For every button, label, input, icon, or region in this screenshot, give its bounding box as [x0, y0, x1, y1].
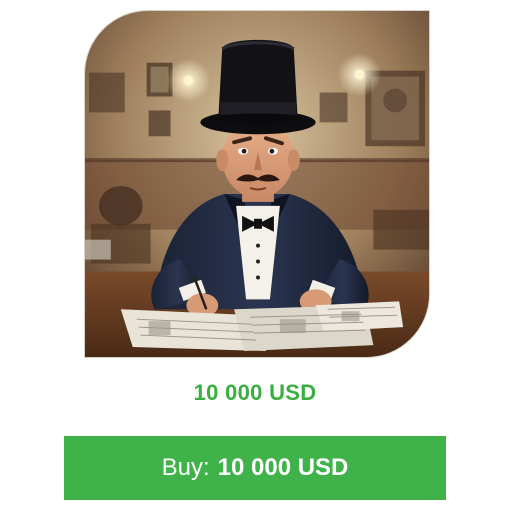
product-card: 10 000 USD Buy: 10 000 USD	[0, 0, 510, 510]
buy-button[interactable]: Buy: 10 000 USD	[64, 436, 446, 500]
top-hat-gentleman-illustration	[85, 11, 429, 357]
product-image[interactable]	[84, 10, 430, 358]
buy-button-label: Buy:	[161, 454, 210, 481]
product-price: 10 000 USD	[193, 380, 317, 405]
buy-button-amount: 10 000 USD	[217, 454, 349, 481]
